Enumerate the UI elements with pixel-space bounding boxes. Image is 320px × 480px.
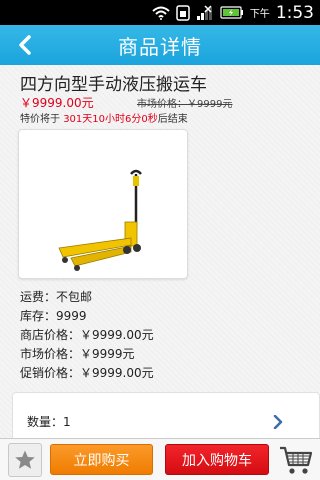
product-detail[interactable]: 四方向型手动液压搬运车 ￥9999.00元 市场价格：￥9999元 特价将于 3… (0, 65, 320, 438)
header: 商品详情 (0, 25, 320, 65)
chevron-right-icon (273, 415, 283, 429)
signal-icon (196, 4, 214, 21)
product-market-price: 市场价格：￥9999元 (137, 99, 233, 110)
buy-now-button[interactable]: 立即购买 (50, 444, 153, 475)
shipping-info: 运费：不包邮 (20, 290, 93, 304)
back-button[interactable] (10, 31, 40, 59)
product-title: 四方向型手动液压搬运车 (20, 75, 207, 95)
countdown-time: 301天10小时6分0秒 (63, 114, 158, 125)
product-image[interactable] (18, 129, 188, 279)
add-to-cart-button[interactable]: 加入购物车 (165, 444, 269, 475)
status-bar: 下午 1:53 (0, 0, 320, 25)
countdown-suffix: 后结束 (157, 114, 188, 125)
product-info: 运费：不包邮 库存：9999 商店价格：￥9999.00元 市场价格：￥9999… (20, 288, 154, 383)
status-time: 1:53 (275, 2, 314, 23)
page-title: 商品详情 (118, 34, 202, 59)
wifi-icon (152, 6, 170, 20)
shopping-cart-icon[interactable] (278, 443, 314, 477)
quantity-label: 数量：1 (27, 415, 71, 429)
pallet-jack-image (58, 169, 142, 271)
quantity-selector[interactable]: 数量：1 (12, 392, 320, 438)
promo-price-info: 促销价格：￥9999.00元 (20, 366, 154, 380)
sim-icon (176, 4, 190, 21)
chevron-left-icon (19, 35, 31, 55)
favorite-button[interactable] (8, 443, 42, 477)
star-icon (15, 450, 35, 469)
product-price: ￥9999.00元 (20, 96, 94, 110)
shop-price-info: 商店价格：￥9999.00元 (20, 328, 154, 342)
stock-info: 库存：9999 (20, 309, 87, 323)
promo-countdown: 特价将于 301天10小时6分0秒后结束 (20, 110, 188, 125)
battery-icon (220, 6, 244, 19)
status-ampm: 下午 (249, 9, 270, 20)
bottom-action-bar: 立即购买 加入购物车 (0, 438, 320, 480)
countdown-prefix: 特价将于 (20, 114, 60, 125)
market-price-info: 市场价格：￥9999元 (20, 347, 135, 361)
